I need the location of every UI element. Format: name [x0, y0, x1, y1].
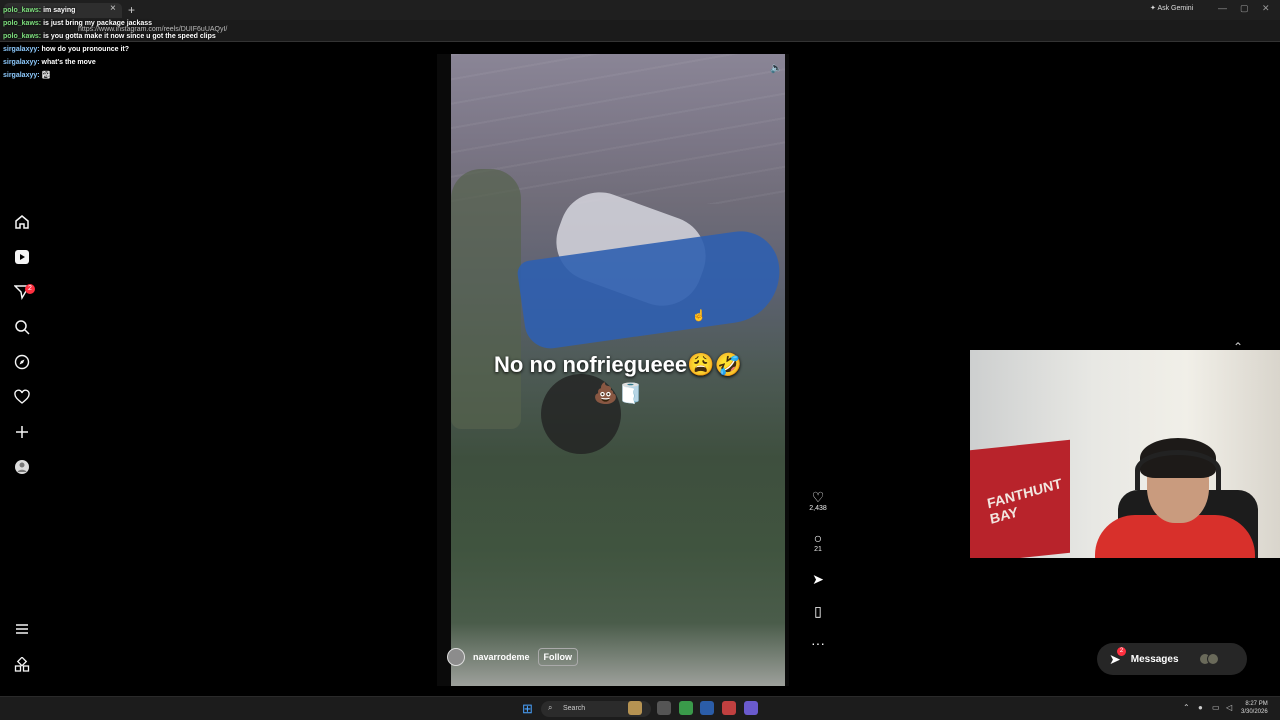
- share-button[interactable]: ➤: [806, 571, 830, 587]
- task-view-icon[interactable]: [657, 701, 671, 715]
- mic-icon[interactable]: ●: [1198, 703, 1203, 712]
- save-button[interactable]: ▯: [806, 603, 830, 619]
- chat-text: how do you pronounce it?: [41, 46, 130, 53]
- chrome-profile-icon[interactable]: [722, 701, 736, 715]
- chat-message: sirgalaxyy: what's the move: [3, 56, 216, 69]
- wall-flag: FANTHUNT BAY: [970, 439, 1070, 558]
- ask-gemini-button[interactable]: ✦ Ask Gemini: [1150, 4, 1193, 12]
- chat-message: sirgalaxyy: 🏞: [3, 69, 216, 82]
- notifications-icon[interactable]: [13, 389, 31, 407]
- chat-text: is just bring my package jackass: [43, 20, 153, 27]
- chrome-icon[interactable]: [679, 701, 693, 715]
- search-icon[interactable]: [13, 319, 31, 337]
- reel-caption-emoji: 💩🧻: [593, 383, 643, 405]
- comment-button[interactable]: ○ 21: [806, 530, 830, 553]
- bookmark-icon: ▯: [814, 603, 822, 619]
- stream-chat-overlay: polo_kaws: im saying polo_kaws: is just b…: [3, 4, 216, 82]
- messages-button[interactable]: ➤ 2 Messages: [1097, 643, 1247, 675]
- terminal-icon[interactable]: [700, 701, 714, 715]
- send-icon: ➤ 2: [1109, 646, 1126, 668]
- author-username[interactable]: navarrodeme: [473, 652, 530, 662]
- minimize-icon[interactable]: —: [1218, 3, 1227, 13]
- close-window-icon[interactable]: ✕: [1262, 3, 1270, 14]
- chat-text: im saying: [43, 7, 76, 14]
- clock-time: 8:27 PM: [1245, 701, 1268, 707]
- headset: [1135, 450, 1221, 490]
- widgets-icon[interactable]: [628, 701, 642, 715]
- chat-message: polo_kaws: is you gotta make it now sinc…: [3, 30, 216, 43]
- chat-username: polo_kaws:: [3, 20, 44, 27]
- mouse-cursor-icon: ☝: [692, 310, 706, 322]
- reel-video[interactable]: No no nofriegueee😩🤣 💩🧻 🔈 ☝: [451, 54, 785, 686]
- create-icon[interactable]: [13, 424, 31, 442]
- messages-badge: 2: [1117, 646, 1126, 656]
- like-button[interactable]: ♡ 2,438: [806, 489, 830, 512]
- more-options-button[interactable]: ···: [806, 635, 830, 651]
- webcam-overlay: FANTHUNT BAY: [970, 350, 1280, 558]
- send-icon: ➤: [812, 571, 824, 587]
- taskbar: ⊞ Search ⌕ ⌃ ● ▭ ◁ 8:27 PM 3/30/2026: [0, 696, 1280, 720]
- reels-icon[interactable]: [13, 249, 31, 267]
- message-avatars: [1198, 653, 1219, 665]
- avatar: [1206, 653, 1219, 665]
- chat-username: sirgalaxyy:: [3, 59, 42, 66]
- volume-icon[interactable]: ◁: [1226, 703, 1232, 712]
- messages-badge: 2: [25, 284, 35, 294]
- chat-username: sirgalaxyy:: [3, 46, 42, 53]
- tray-chevron-icon[interactable]: ⌃: [1183, 703, 1190, 712]
- chat-username: polo_kaws:: [3, 7, 44, 14]
- more-icon[interactable]: [13, 656, 31, 675]
- system-clock[interactable]: 8:27 PM 3/30/2026: [1241, 700, 1268, 716]
- clock-date: 3/30/2026: [1241, 709, 1268, 715]
- reel-author: navarrodeme Follow: [447, 647, 579, 667]
- ellipsis-icon: ···: [811, 635, 825, 651]
- comment-count: 21: [814, 546, 822, 553]
- menu-icon[interactable]: [13, 621, 31, 639]
- like-count: 2,438: [809, 505, 827, 512]
- reel-player[interactable]: No no nofriegueee😩🤣 💩🧻 🔈 ☝ navarrodeme F…: [437, 54, 789, 686]
- chat-message: polo_kaws: im saying: [3, 4, 216, 17]
- chat-text: what's the move: [41, 59, 96, 66]
- chat-username: sirgalaxyy:: [3, 72, 42, 79]
- windows-start-icon[interactable]: ⊞: [522, 701, 533, 717]
- messages-label: Messages: [1130, 653, 1179, 665]
- flag-text: FANTHUNT BAY: [985, 475, 1063, 527]
- network-icon[interactable]: ▭: [1212, 703, 1220, 712]
- search-label: Search: [563, 705, 586, 712]
- profile-icon[interactable]: [13, 459, 31, 477]
- home-icon[interactable]: [13, 214, 31, 232]
- follow-button[interactable]: Follow: [537, 648, 579, 666]
- heart-icon: ♡: [811, 489, 825, 505]
- chat-text: is you gotta make it now since u got the…: [43, 33, 216, 40]
- chat-message: polo_kaws: is just bring my package jack…: [3, 17, 216, 30]
- mute-icon[interactable]: 🔈: [770, 63, 782, 74]
- chat-text: 🏞: [41, 72, 51, 79]
- ask-gemini-label: Ask Gemini: [1157, 5, 1194, 12]
- chat-message: sirgalaxyy: how do you pronounce it?: [3, 43, 216, 56]
- explore-icon[interactable]: [13, 354, 31, 372]
- search-icon: ⌕: [548, 703, 553, 712]
- avatar[interactable]: [447, 648, 465, 666]
- reel-caption: No no nofriegueee😩🤣: [494, 352, 742, 377]
- chat-username: polo_kaws:: [3, 33, 44, 40]
- maximize-icon[interactable]: ▢: [1240, 3, 1249, 14]
- comment-icon: ○: [813, 530, 823, 546]
- discord-icon[interactable]: [744, 701, 758, 715]
